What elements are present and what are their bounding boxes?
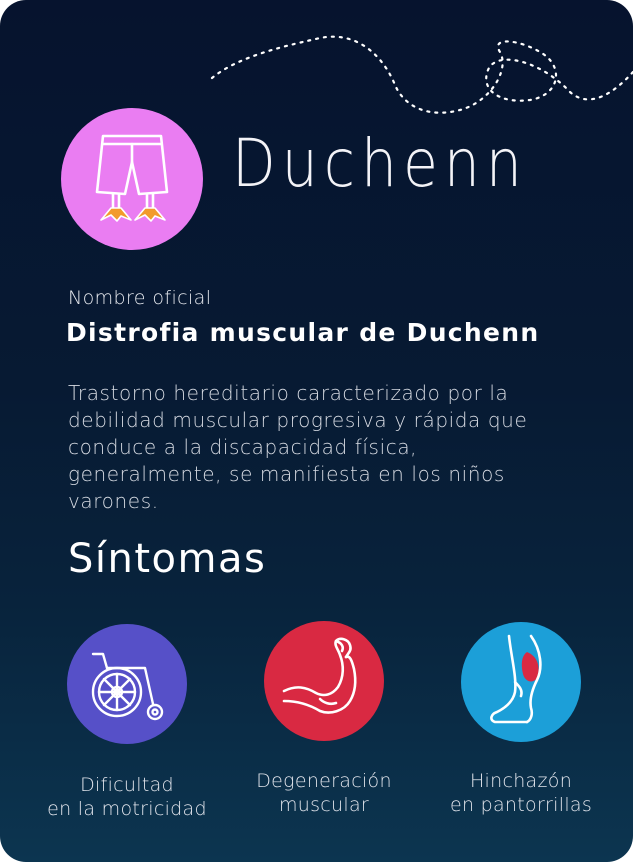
swollen-calf-leg-icon	[490, 634, 542, 724]
symptom-1-line2: en la motricidad	[47, 798, 207, 820]
wheelchair-icon	[91, 652, 164, 721]
flexed-arm-icon	[282, 637, 357, 714]
symptom-1-label: Dificultad en la motricidad	[17, 773, 237, 821]
symptom-3-line1: Hinchazón	[469, 770, 573, 792]
symptom-3-circle	[461, 622, 581, 742]
shorts-with-duck-feet-icon	[95, 134, 169, 222]
official-name-label: Nombre oficial	[68, 287, 212, 309]
disease-badge	[61, 108, 203, 250]
page-title: Duchenn	[232, 125, 528, 202]
symptom-2-circle	[264, 621, 384, 741]
info-card: Duchenn Nombre oficial Distrofia muscula…	[0, 0, 633, 862]
symptom-3-line2: en pantorrillas	[449, 794, 593, 816]
symptom-1-line1: Dificultad	[80, 774, 174, 796]
official-name: Distrofia muscular de Duchenn	[66, 318, 540, 347]
symptom-2-line2: muscular	[278, 794, 370, 816]
description-text: Trastorno hereditario caracterizado por …	[68, 381, 528, 513]
symptoms-heading: Síntomas	[68, 536, 267, 582]
symptom-1-circle	[67, 624, 187, 744]
symptom-2-label: Degeneración muscular	[214, 769, 434, 817]
symptom-3-label: Hinchazón en pantorrillas	[411, 769, 631, 817]
symptom-2-line1: Degeneración	[256, 770, 392, 792]
